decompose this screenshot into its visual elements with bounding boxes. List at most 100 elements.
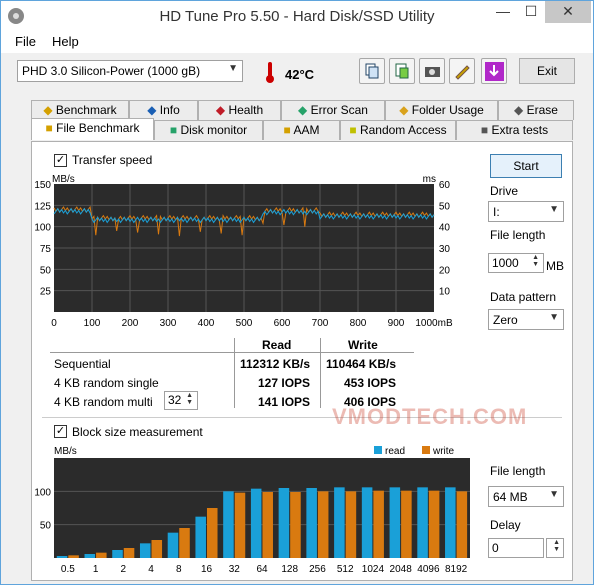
x-tick-label: 500 (236, 318, 253, 329)
bar-write (456, 491, 468, 558)
y-tick-label: 100 (34, 487, 51, 498)
tab-error-scan[interactable]: ◆ Error Scan (281, 100, 385, 120)
bar-write (401, 490, 412, 558)
bar-write (123, 548, 135, 558)
x-tick-label: 0 (51, 318, 57, 329)
bar-read (139, 543, 151, 558)
bar-read (56, 556, 68, 558)
bar-write (96, 552, 107, 558)
y-tick-label: 75 (40, 244, 52, 255)
block-file-length-select[interactable]: 64 MB ▼ (488, 486, 564, 507)
x-tick-label: 8 (176, 564, 182, 575)
tab-benchmark[interactable]: ◆ Benchmark (31, 100, 129, 120)
save-button[interactable] (389, 58, 415, 84)
exit-button[interactable]: Exit (519, 58, 575, 84)
bar-write (428, 490, 440, 558)
x-tick-label: 600 (274, 318, 291, 329)
bar-write (317, 491, 329, 558)
bar-write (68, 555, 79, 558)
y-tick-label: 100 (34, 223, 51, 234)
delay-stepper[interactable]: 0 (488, 538, 544, 558)
bar-read (389, 487, 401, 558)
bar-read (112, 550, 123, 558)
results-vdivider-2 (320, 338, 321, 408)
queue-depth-stepper[interactable]: 32 ▲ ▼ (164, 391, 198, 410)
x-tick-label: 2048 (390, 564, 413, 575)
x-tick-label: 200 (122, 318, 139, 329)
wrench-icon (455, 65, 470, 80)
y2-tick-label: 30 (439, 244, 451, 255)
bar-read (445, 487, 456, 558)
app-window: HD Tune Pro 5.50 - Hard Disk/SSD Utility… (0, 0, 594, 585)
row-sequential-label: Sequential (54, 357, 111, 371)
row-4kb-multi-label: 4 KB random multi (54, 395, 153, 409)
copy-info-button[interactable] (359, 58, 385, 84)
title-bar: HD Tune Pro 5.50 - Hard Disk/SSD Utility… (1, 1, 593, 31)
tab-label: Error Scan (310, 103, 368, 117)
y-tick-label: 25 (40, 287, 52, 298)
tab-folder-usage[interactable]: ◆ Folder Usage (385, 100, 498, 120)
chevron-down-icon: ▼ (549, 312, 559, 323)
tab-file-benchmark[interactable]: ■ File Benchmark (31, 118, 154, 140)
bar-write (262, 492, 273, 558)
transfer-speed-chart: MB/s ms1501251007550256050403020100 100 200… (34, 174, 453, 329)
y2-tick-label: 60 (439, 180, 451, 191)
block-file-length-value: 64 MB (493, 490, 528, 504)
tab-erase[interactable]: ◆ Erase (498, 100, 574, 120)
tab-label: Extra tests (491, 123, 549, 137)
file-length-stepper[interactable]: 1000 ▲ ▼ (488, 253, 544, 273)
row-sequential-read: 112312 KB/s (240, 357, 311, 371)
tab-label: AAM (293, 123, 320, 137)
options-button[interactable] (449, 58, 475, 84)
maximize-button[interactable]: ☐ (517, 1, 545, 23)
x-tick-label: 700 (312, 318, 329, 329)
mb-unit-label: MB (546, 259, 564, 273)
drive-select[interactable]: PHD 3.0 Silicon-Power (1000 gB) ▼ (17, 60, 243, 82)
tab-disk-monitor[interactable]: ■ Disk monitor (154, 120, 263, 140)
x-tick-label: 4096 (417, 564, 440, 575)
delay-label: Delay (490, 518, 521, 532)
y-tick-label: 150 (34, 180, 51, 191)
file-benchmark-panel: ✓ Transfer speed MB/s ms 150 125 100 75 50 25 60… (31, 141, 573, 581)
watermark-text: VMODTECH.COM (332, 404, 528, 429)
chevron-down-icon: ▼ (228, 63, 238, 74)
bar-write (179, 528, 190, 558)
x-tick-label: 1000mB (415, 318, 453, 329)
close-button[interactable]: ✕ (545, 1, 591, 23)
tab-aam[interactable]: ■ AAM (263, 120, 340, 140)
download-button[interactable] (481, 58, 507, 84)
delay-spin-buttons[interactable]: ▲ ▼ (546, 538, 564, 558)
menu-file[interactable]: File (15, 34, 36, 49)
transfer-speed-checkbox[interactable]: ✓ (54, 154, 67, 167)
spin-arrows-icon: ▲ ▼ (532, 254, 539, 268)
results-divider (50, 352, 414, 353)
menu-bar: File Help (1, 31, 593, 53)
tab-extra-tests[interactable]: ■ Extra tests (456, 120, 573, 140)
tab-label: Benchmark (55, 103, 117, 117)
tab-info[interactable]: ◆ Info (129, 100, 198, 120)
minimize-button[interactable]: — (489, 1, 517, 23)
folder-icon: ◆ (399, 103, 412, 117)
drive-letter-select[interactable]: I: ▼ (488, 201, 564, 222)
x-tick-label: 8192 (445, 564, 468, 575)
data-pattern-select[interactable]: Zero ▼ (488, 309, 564, 330)
delay-value: 0 (492, 541, 499, 555)
tab-health[interactable]: ◆ Health (198, 100, 281, 120)
monitor-icon: ■ (169, 123, 181, 137)
transfer-speed-label: Transfer speed (72, 153, 153, 167)
tab-random-access[interactable]: ■ Random Access (340, 120, 456, 140)
screenshot-button[interactable] (419, 58, 445, 84)
bar-read (84, 554, 96, 558)
menu-help[interactable]: Help (52, 34, 79, 49)
legend-write-label: write (432, 446, 455, 457)
block-size-checkbox[interactable]: ✓ (54, 425, 67, 438)
info-icon: ◆ (147, 103, 160, 117)
bar-read (167, 532, 179, 558)
start-button[interactable]: Start (490, 154, 562, 178)
copy-icon (365, 63, 379, 79)
y2-unit-label: ms (423, 174, 436, 185)
x-tick-label: 2 (121, 564, 127, 575)
x-tick-label: 0.5 (61, 564, 75, 575)
x-tick-label: 1024 (362, 564, 385, 575)
x-tick-label: 64 (256, 564, 268, 575)
